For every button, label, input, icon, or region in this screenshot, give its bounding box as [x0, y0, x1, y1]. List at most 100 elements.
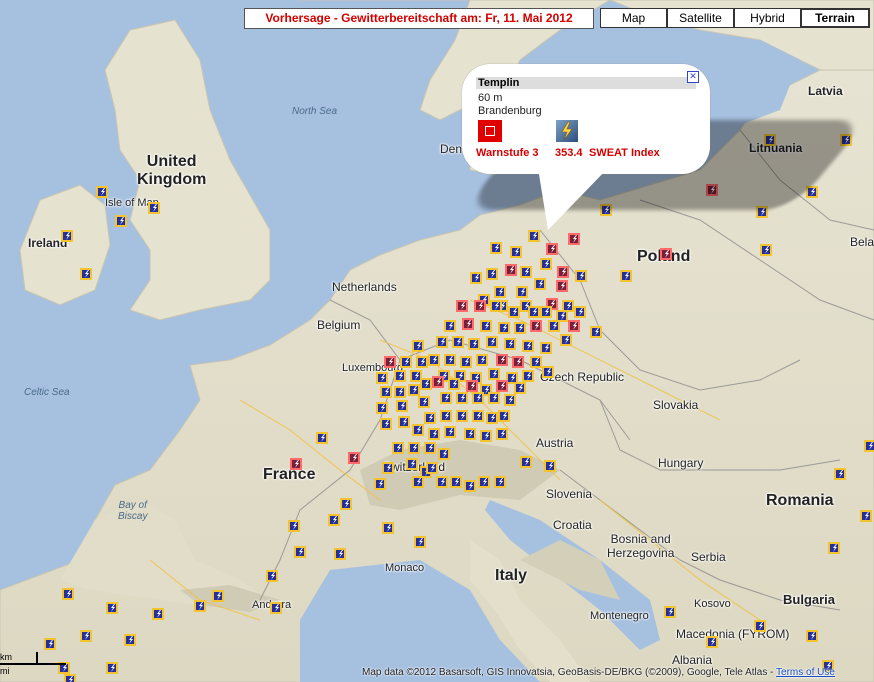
storm-marker-icon[interactable]	[416, 356, 428, 368]
storm-marker-icon[interactable]	[412, 476, 424, 488]
storm-marker-icon[interactable]	[664, 606, 676, 618]
storm-marker-icon[interactable]	[516, 286, 528, 298]
storm-marker-icon[interactable]	[380, 418, 392, 430]
storm-marker-icon[interactable]	[436, 476, 448, 488]
storm-marker-icon[interactable]	[288, 520, 300, 532]
storm-marker-icon[interactable]	[496, 380, 508, 392]
storm-marker-icon[interactable]	[80, 630, 92, 642]
storm-marker-icon[interactable]	[522, 340, 534, 352]
storm-marker-icon[interactable]	[440, 410, 452, 422]
storm-marker-icon[interactable]	[408, 384, 420, 396]
storm-marker-icon[interactable]	[590, 326, 602, 338]
storm-marker-icon[interactable]	[380, 386, 392, 398]
storm-marker-icon[interactable]	[706, 636, 718, 648]
storm-marker-icon[interactable]	[574, 306, 586, 318]
storm-marker-icon[interactable]	[452, 336, 464, 348]
storm-marker-icon[interactable]	[488, 368, 500, 380]
storm-marker-icon[interactable]	[414, 536, 426, 548]
storm-marker-icon[interactable]	[534, 278, 546, 290]
storm-marker-icon[interactable]	[316, 432, 328, 444]
storm-marker-icon[interactable]	[498, 322, 510, 334]
storm-marker-icon[interactable]	[496, 354, 508, 366]
storm-marker-icon[interactable]	[376, 372, 388, 384]
storm-marker-icon[interactable]	[546, 243, 558, 255]
storm-marker-icon[interactable]	[61, 230, 73, 242]
storm-marker-icon[interactable]	[864, 440, 874, 452]
storm-marker-icon[interactable]	[115, 215, 127, 227]
storm-marker-icon[interactable]	[472, 410, 484, 422]
storm-marker-icon[interactable]	[462, 318, 474, 330]
storm-marker-icon[interactable]	[106, 662, 118, 674]
storm-marker-icon[interactable]	[124, 634, 136, 646]
storm-marker-icon[interactable]	[456, 392, 468, 404]
storm-marker-icon[interactable]	[504, 394, 516, 406]
storm-marker-icon[interactable]	[432, 376, 444, 388]
storm-marker-icon[interactable]	[474, 300, 486, 312]
storm-marker-icon[interactable]	[540, 258, 552, 270]
storm-marker-icon[interactable]	[514, 322, 526, 334]
storm-marker-icon[interactable]	[396, 400, 408, 412]
storm-marker-icon[interactable]	[486, 268, 498, 280]
storm-marker-icon[interactable]	[424, 442, 436, 454]
storm-marker-icon[interactable]	[424, 412, 436, 424]
storm-marker-icon[interactable]	[382, 462, 394, 474]
storm-marker-icon[interactable]	[760, 244, 772, 256]
storm-marker-icon[interactable]	[212, 590, 224, 602]
storm-marker-icon[interactable]	[530, 320, 542, 332]
storm-marker-icon[interactable]	[436, 336, 448, 348]
storm-marker-icon[interactable]	[96, 186, 108, 198]
storm-marker-icon[interactable]	[382, 522, 394, 534]
storm-marker-icon[interactable]	[428, 354, 440, 366]
storm-marker-icon[interactable]	[540, 306, 552, 318]
storm-marker-icon[interactable]	[478, 476, 490, 488]
storm-marker-icon[interactable]	[340, 498, 352, 510]
storm-marker-icon[interactable]	[488, 392, 500, 404]
storm-marker-icon[interactable]	[152, 608, 164, 620]
map-type-map-button[interactable]: Map	[600, 8, 667, 28]
storm-marker-icon[interactable]	[557, 266, 569, 278]
storm-marker-icon[interactable]	[754, 620, 766, 632]
storm-marker-icon[interactable]	[620, 270, 632, 282]
map-type-satellite-button[interactable]: Satellite	[667, 8, 734, 28]
storm-marker-icon[interactable]	[270, 602, 282, 614]
storm-marker-icon[interactable]	[494, 476, 506, 488]
storm-marker-icon[interactable]	[394, 386, 406, 398]
storm-marker-icon[interactable]	[548, 320, 560, 332]
storm-marker-icon[interactable]	[444, 354, 456, 366]
storm-marker-icon[interactable]	[544, 460, 556, 472]
storm-marker-icon[interactable]	[400, 356, 412, 368]
storm-marker-icon[interactable]	[568, 320, 580, 332]
storm-marker-icon[interactable]	[468, 338, 480, 350]
storm-marker-icon[interactable]	[542, 366, 554, 378]
close-icon[interactable]: ✕	[687, 71, 699, 83]
storm-marker-icon[interactable]	[426, 462, 438, 474]
storm-marker-icon[interactable]	[530, 356, 542, 368]
storm-marker-icon[interactable]	[464, 480, 476, 492]
storm-marker-icon[interactable]	[486, 412, 498, 424]
storm-marker-icon[interactable]	[490, 242, 502, 254]
storm-marker-icon[interactable]	[148, 202, 160, 214]
storm-marker-icon[interactable]	[294, 546, 306, 558]
storm-marker-icon[interactable]	[392, 442, 404, 454]
storm-marker-icon[interactable]	[384, 356, 396, 368]
storm-marker-icon[interactable]	[476, 354, 488, 366]
storm-marker-icon[interactable]	[494, 286, 506, 298]
storm-marker-icon[interactable]	[328, 514, 340, 526]
storm-marker-icon[interactable]	[575, 270, 587, 282]
map-canvas[interactable]: North Sea Celtic Sea Bay of Biscay Unite…	[0, 0, 874, 682]
storm-marker-icon[interactable]	[440, 392, 452, 404]
storm-marker-icon[interactable]	[860, 510, 872, 522]
storm-marker-icon[interactable]	[512, 356, 524, 368]
storm-marker-icon[interactable]	[528, 306, 540, 318]
storm-marker-icon[interactable]	[444, 426, 456, 438]
storm-marker-icon[interactable]	[460, 356, 472, 368]
storm-marker-icon[interactable]	[266, 570, 278, 582]
storm-marker-icon[interactable]	[448, 378, 460, 390]
map-type-hybrid-button[interactable]: Hybrid	[734, 8, 801, 28]
storm-marker-icon[interactable]	[828, 542, 840, 554]
storm-marker-icon[interactable]	[408, 442, 420, 454]
storm-marker-icon[interactable]	[540, 342, 552, 354]
storm-marker-icon[interactable]	[522, 370, 534, 382]
storm-marker-icon[interactable]	[394, 370, 406, 382]
storm-marker-icon[interactable]	[348, 452, 360, 464]
